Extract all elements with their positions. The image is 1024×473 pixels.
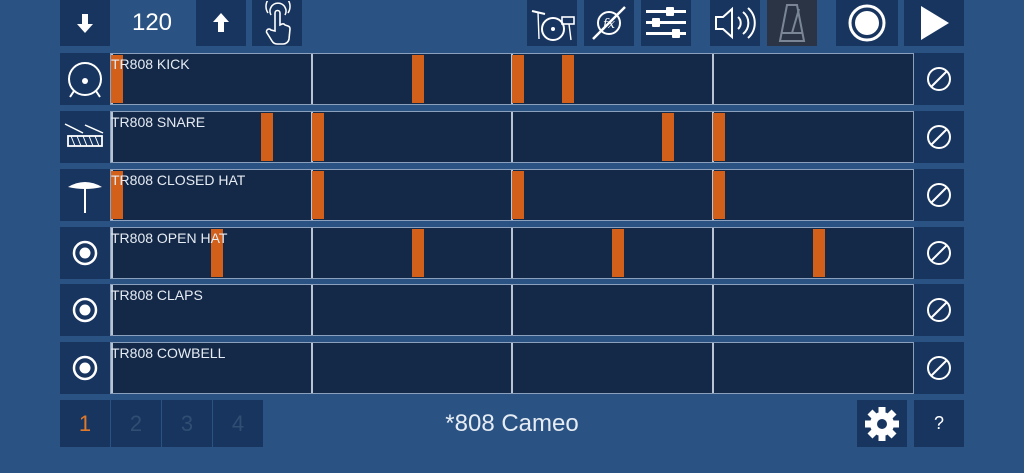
track-name: TR808 CLAPS: [111, 287, 203, 303]
track-row: TR808 OPEN HAT: [60, 227, 964, 279]
hihat-icon: [68, 182, 102, 213]
beat-divider: [310, 343, 313, 393]
step-grid[interactable]: TR808 OPEN HAT: [110, 227, 914, 279]
track-name: TR808 COWBELL: [111, 345, 226, 361]
track-select-button[interactable]: [60, 284, 110, 336]
tap-tempo-button[interactable]: [252, 0, 302, 46]
help-button[interactable]: ?: [914, 400, 964, 447]
mute-icon: [927, 298, 951, 322]
step-note[interactable]: [662, 113, 675, 161]
mute-icon: [927, 183, 951, 207]
record-button[interactable]: [836, 0, 898, 46]
step-note[interactable]: [311, 171, 324, 219]
step-note[interactable]: [562, 55, 575, 103]
step-note[interactable]: [311, 113, 324, 161]
step-note[interactable]: [612, 229, 625, 277]
kick-drum-icon: [68, 62, 102, 98]
play-button[interactable]: [904, 0, 964, 46]
mute-icon: [927, 67, 951, 91]
step-note[interactable]: [411, 229, 424, 277]
mute-button[interactable]: [914, 342, 964, 394]
track-name: TR808 KICK: [111, 56, 190, 72]
step-grid[interactable]: TR808 CLOSED HAT: [110, 169, 914, 221]
track-select-button[interactable]: [60, 227, 110, 279]
beat-divider: [310, 54, 313, 104]
volume-button[interactable]: [710, 0, 760, 46]
mute-button[interactable]: [914, 111, 964, 163]
beat-divider: [511, 285, 513, 335]
mute-button[interactable]: [914, 284, 964, 336]
tempo-up-button[interactable]: [196, 0, 246, 46]
step-note[interactable]: [261, 113, 274, 161]
step-note[interactable]: [411, 55, 424, 103]
radio-icon: [72, 297, 98, 323]
pattern-4-button[interactable]: 4: [213, 400, 263, 447]
gear-icon: [865, 406, 899, 441]
pattern-3-button[interactable]: 3: [162, 400, 212, 447]
beat-divider: [511, 112, 513, 162]
track-row: TR808 COWBELL: [60, 342, 964, 394]
step-note[interactable]: [812, 229, 825, 277]
step-grid[interactable]: TR808 KICK: [110, 53, 914, 105]
tempo-down-button[interactable]: [60, 0, 110, 46]
track-select-button[interactable]: [60, 111, 110, 163]
help-label: ?: [933, 413, 944, 433]
metronome-icon: [778, 4, 806, 42]
drumkit-icon: [531, 10, 575, 41]
arrow-down-icon: [77, 14, 93, 33]
beat-divider: [310, 228, 313, 278]
play-icon: [921, 6, 949, 40]
speaker-icon: [715, 6, 756, 40]
beat-divider: [310, 285, 313, 335]
track-select-button[interactable]: [60, 342, 110, 394]
beat-divider: [711, 228, 714, 278]
step-grid[interactable]: TR808 SNARE: [110, 111, 914, 163]
record-icon: [848, 4, 886, 42]
mute-icon: [927, 125, 951, 149]
track-select-button[interactable]: [60, 169, 110, 221]
track-name: TR808 CLOSED HAT: [111, 172, 246, 188]
mixer-button[interactable]: [641, 0, 691, 46]
mute-button[interactable]: [914, 169, 964, 221]
beat-divider: [511, 228, 513, 278]
track-row: TR808 CLAPS: [60, 284, 964, 336]
radio-icon: [72, 355, 98, 381]
step-grid[interactable]: TR808 COWBELL: [110, 342, 914, 394]
track-name: TR808 OPEN HAT: [111, 230, 228, 246]
metronome-button[interactable]: [767, 0, 817, 46]
track-row: TR808 SNARE: [60, 111, 964, 163]
beat-divider: [711, 285, 714, 335]
arrow-up-icon: [213, 13, 229, 32]
beat-divider: [711, 54, 714, 104]
tap-hand-icon: [265, 1, 291, 45]
preset-name[interactable]: *808 Cameo: [360, 400, 664, 447]
pattern-1-button[interactable]: 1: [60, 400, 110, 447]
track-row: TR808 CLOSED HAT: [60, 169, 964, 221]
mixer-sliders-icon: [646, 7, 686, 38]
track-row: TR808 KICK: [60, 53, 964, 105]
step-grid[interactable]: TR808 CLAPS: [110, 284, 914, 336]
beat-divider: [511, 343, 513, 393]
step-note[interactable]: [512, 171, 524, 219]
beat-divider: [711, 343, 714, 393]
step-note[interactable]: [712, 113, 725, 161]
mute-icon: [927, 241, 951, 265]
mute-button[interactable]: [914, 227, 964, 279]
track-select-button[interactable]: [60, 53, 110, 105]
settings-button[interactable]: [857, 400, 907, 447]
fx-icon: fx: [592, 6, 626, 40]
mute-button[interactable]: [914, 53, 964, 105]
track-name: TR808 SNARE: [111, 114, 206, 130]
radio-icon: [72, 240, 98, 266]
fx-button[interactable]: fx: [584, 0, 634, 46]
mute-icon: [927, 356, 951, 380]
step-note[interactable]: [712, 171, 725, 219]
drumkit-button[interactable]: [527, 0, 577, 46]
tempo-value[interactable]: 120: [110, 0, 194, 46]
step-note[interactable]: [512, 55, 524, 103]
snare-drum-icon: [64, 123, 104, 147]
pattern-2-button[interactable]: 2: [111, 400, 161, 447]
